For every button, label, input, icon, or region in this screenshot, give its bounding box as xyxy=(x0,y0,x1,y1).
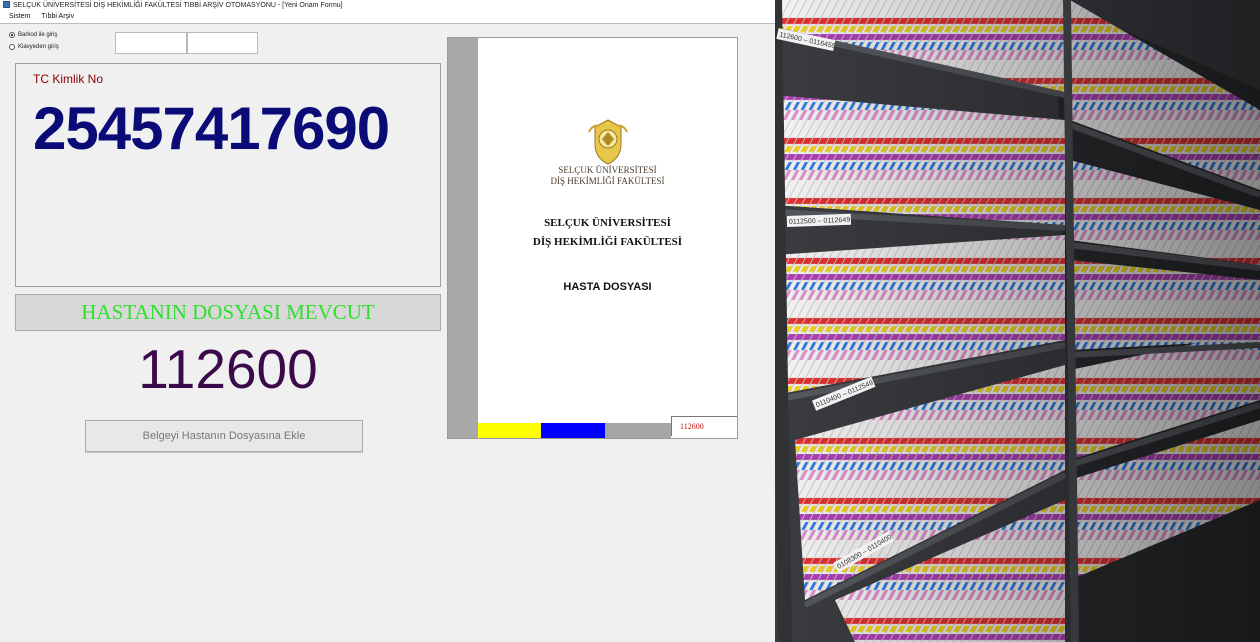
color-stripe-gray xyxy=(605,423,671,438)
logo-line-university: SELÇUK ÜNİVERSİTESİ xyxy=(558,165,657,175)
cover-heading-university: SELÇUK ÜNİVERSİTESİ xyxy=(544,217,671,229)
tc-number: 25457417690 xyxy=(33,95,390,162)
add-to-file-button[interactable]: Belgeyi Hastanın Dosyasına Ekle xyxy=(85,420,363,452)
menu-tibbi-arsiv[interactable]: Tıbbi Arşiv xyxy=(41,13,74,20)
cover-title: HASTA DOSYASI xyxy=(563,281,652,293)
document-preview: SELÇUK ÜNİVERSİTESİ DİŞ HEKİMLİĞİ FAKÜLT… xyxy=(447,37,738,439)
file-status-banner: HASTANIN DOSYASI MEVCUT xyxy=(15,294,441,331)
archive-app-window: SELÇUK ÜNİVERSİTESİ DİŞ HEKİMLİĞİ FAKÜLT… xyxy=(0,0,775,642)
barcode-input[interactable] xyxy=(115,32,187,54)
color-stripe-blue xyxy=(541,423,605,438)
archive-shelves-image: 112600 – 0116455 0112500 – 0112649 01104… xyxy=(775,0,1260,642)
radio-keyboard-label: Klavyeden giriş xyxy=(18,44,59,50)
radio-checked-icon xyxy=(9,32,15,38)
cover-heading-faculty: DİŞ HEKİMLİĞİ FAKÜLTESİ xyxy=(532,236,683,248)
tc-panel: TC Kimlik No 25457417690 xyxy=(15,63,441,287)
file-number: 112600 xyxy=(138,338,318,400)
color-stripe-yellow xyxy=(478,423,541,438)
keyboard-input[interactable] xyxy=(187,32,258,54)
menu-bar: Sistem Tıbbi Arşiv xyxy=(0,11,775,24)
cover-file-number-tab: 112600 xyxy=(671,416,737,436)
menu-sistem[interactable]: Sistem xyxy=(9,13,30,20)
title-bar: SELÇUK ÜNİVERSİTESİ DİŞ HEKİMLİĞİ FAKÜLT… xyxy=(0,0,775,11)
archive-shelves-photo: 112600 – 0116455 0112500 – 0112649 01104… xyxy=(775,0,1260,642)
cover-page: SELÇUK ÜNİVERSİTESİ DİŞ HEKİMLİĞİ FAKÜLT… xyxy=(478,38,737,438)
window-title: SELÇUK ÜNİVERSİTESİ DİŞ HEKİMLİĞİ FAKÜLT… xyxy=(13,2,343,9)
university-seal-icon xyxy=(588,119,628,165)
radio-barcode-entry[interactable]: Barkod ile giriş xyxy=(9,32,57,38)
preview-gutter xyxy=(448,38,478,438)
radio-unchecked-icon xyxy=(9,44,15,50)
tc-label: TC Kimlik No xyxy=(33,72,104,86)
radio-barcode-label: Barkod ile giriş xyxy=(18,32,58,38)
app-icon xyxy=(3,1,10,8)
radio-keyboard-entry[interactable]: Klavyeden giriş xyxy=(9,44,59,50)
logo-line-faculty: DİŞ HEKİMLİĞİ FAKÜLTESİ xyxy=(550,176,665,186)
